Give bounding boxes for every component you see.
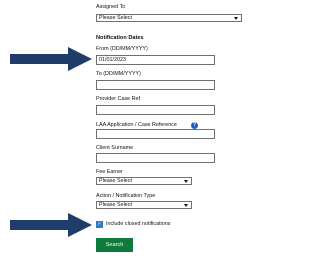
include-closed-checkbox[interactable]: ✓	[96, 221, 103, 228]
search-button[interactable]: Search	[96, 238, 133, 252]
provider-case-ref-input[interactable]	[96, 105, 215, 115]
assigned-to-value: Please Select	[99, 15, 132, 21]
arrow-right-icon	[10, 213, 92, 237]
client-surname-input[interactable]	[96, 153, 215, 163]
fee-earner-value: Please Select	[99, 178, 132, 184]
assigned-to-label: Assigned To	[96, 4, 126, 10]
action-type-select[interactable]: Please Select	[96, 201, 192, 209]
chevron-down-icon	[184, 204, 188, 207]
from-date-label: From (DD/MM/YYYY)	[96, 46, 148, 52]
action-type-value: Please Select	[99, 202, 132, 208]
help-icon[interactable]: ?	[191, 122, 198, 129]
client-surname-label: Client Surname	[96, 145, 134, 151]
to-date-label: To (DD/MM/YYYY)	[96, 71, 141, 77]
action-type-label: Action / Notification Type	[96, 193, 156, 199]
from-date-input[interactable]: 01/01/2023	[96, 55, 215, 65]
checkmark-icon: ✓	[97, 221, 102, 227]
fee-earner-label: Fee Earner	[96, 169, 123, 175]
to-date-input[interactable]	[96, 80, 215, 90]
laa-reference-label: LAA Application / Case Reference	[96, 122, 177, 128]
arrow-right-icon	[10, 47, 92, 71]
chevron-down-icon	[184, 180, 188, 183]
fee-earner-select[interactable]: Please Select	[96, 177, 192, 185]
chevron-down-icon	[234, 17, 238, 20]
provider-case-ref-label: Provider Case Ref	[96, 96, 141, 102]
assigned-to-select[interactable]: Please Select	[96, 14, 242, 22]
laa-reference-input[interactable]	[96, 129, 215, 139]
notification-dates-heading: Notification Dates	[96, 35, 144, 41]
include-closed-label: Include closed notifications	[106, 221, 171, 227]
